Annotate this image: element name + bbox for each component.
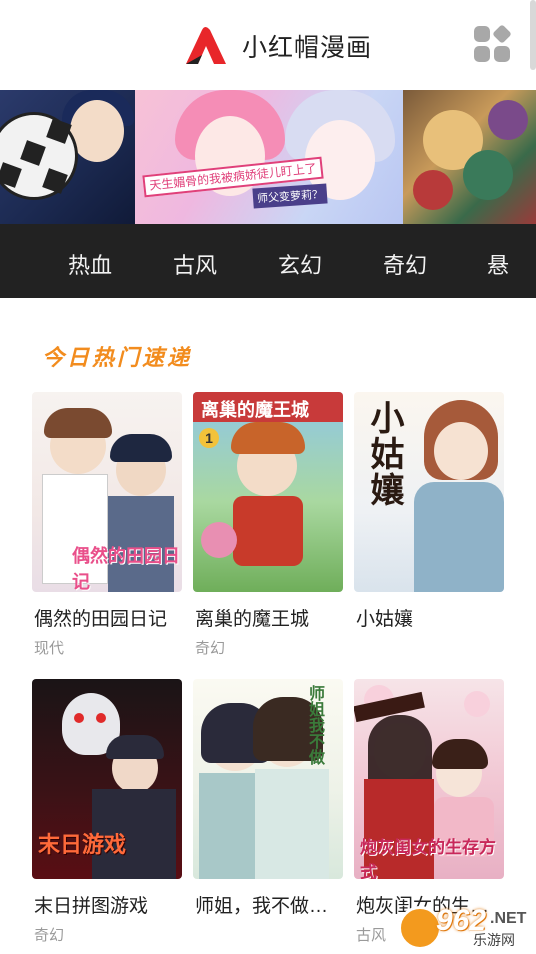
banner-carousel[interactable]: 天生媚骨的我被病娇徒儿盯上了 师父变萝莉？ <box>0 90 536 224</box>
comic-title[interactable]: 离巢的魔王城 <box>195 604 309 631</box>
category-tab[interactable]: 热血 <box>68 248 112 280</box>
top-header: 小红帽漫画 <box>0 0 536 90</box>
comic-cover[interactable]: 炮灰闺女的生存方式 <box>354 679 504 879</box>
comic-genre: 现代 <box>34 640 65 657</box>
comic-card[interactable]: 偶然的田园日记 偶然的田园日记 现代 <box>32 392 182 657</box>
category-tab[interactable]: 玄幻 <box>278 248 322 280</box>
category-tab[interactable]: 悬 <box>487 248 509 280</box>
comic-genre: 奇幻 <box>34 927 65 944</box>
comic-title[interactable]: 小姑孃 <box>356 604 413 631</box>
comic-title[interactable]: 师姐，我不做… <box>195 891 328 918</box>
banner-tag-secondary: 师父变萝莉？ <box>252 183 328 209</box>
banner-slide-3[interactable] <box>403 90 536 224</box>
banner-slide-2[interactable]: 天生媚骨的我被病娇徒儿盯上了 师父变萝莉？ <box>135 90 403 224</box>
cover-title-art: 师姐我不做 <box>306 685 323 765</box>
comic-card[interactable]: 末日游戏 末日拼图游戏 奇幻 <box>32 679 182 944</box>
scrollbar-thumb[interactable] <box>530 0 536 70</box>
category-tab[interactable]: 奇幻 <box>383 248 427 280</box>
comic-card[interactable]: 小姑孃 小姑孃 <box>354 392 504 630</box>
app-title: 小红帽漫画 <box>242 34 373 62</box>
comic-cover[interactable]: 离巢的魔王城 1 <box>193 392 343 592</box>
comic-card[interactable]: 离巢的魔王城 1 离巢的魔王城 奇幻 <box>193 392 343 657</box>
comic-cover[interactable]: 师姐我不做 <box>193 679 343 879</box>
cover-title-art: 小姑孃 <box>365 400 403 508</box>
watermark-net: .NET <box>490 910 527 927</box>
cover-title-art: 炮灰闺女的生存方式 <box>360 838 496 879</box>
category-tab-bar: 热血 古风 玄幻 奇幻 悬 <box>0 224 536 298</box>
category-tab[interactable]: 古风 <box>173 248 217 280</box>
section-title: 今日热门速递 <box>42 345 193 370</box>
comic-cover[interactable]: 偶然的田园日记 <box>32 392 182 592</box>
red-hat-logo-icon[interactable] <box>180 24 230 66</box>
comic-card[interactable]: 炮灰闺女的生存方式 炮灰闺女的生… 古风 <box>354 679 504 944</box>
comic-genre: 古风 <box>356 927 387 944</box>
grid-menu-icon[interactable] <box>474 24 512 64</box>
comic-cover[interactable]: 小姑孃 <box>354 392 504 592</box>
comic-title[interactable]: 末日拼图游戏 <box>34 891 148 918</box>
soccer-ball-image <box>0 112 78 200</box>
comic-cover[interactable]: 末日游戏 <box>32 679 182 879</box>
banner-slide-1[interactable] <box>0 90 135 224</box>
comic-title[interactable]: 偶然的田园日记 <box>34 604 167 631</box>
cover-title-art: 离巢的魔王城 <box>201 400 309 420</box>
cover-title-art: 末日游戏 <box>38 832 127 857</box>
watermark-sub: 乐游网 <box>470 930 518 950</box>
comic-card[interactable]: 师姐我不做 师姐，我不做… <box>193 679 343 917</box>
cover-title-art: 偶然的田园日记 <box>72 546 180 592</box>
site-watermark: 962 .NET 乐游网 <box>398 902 534 952</box>
comic-genre: 奇幻 <box>195 640 226 657</box>
